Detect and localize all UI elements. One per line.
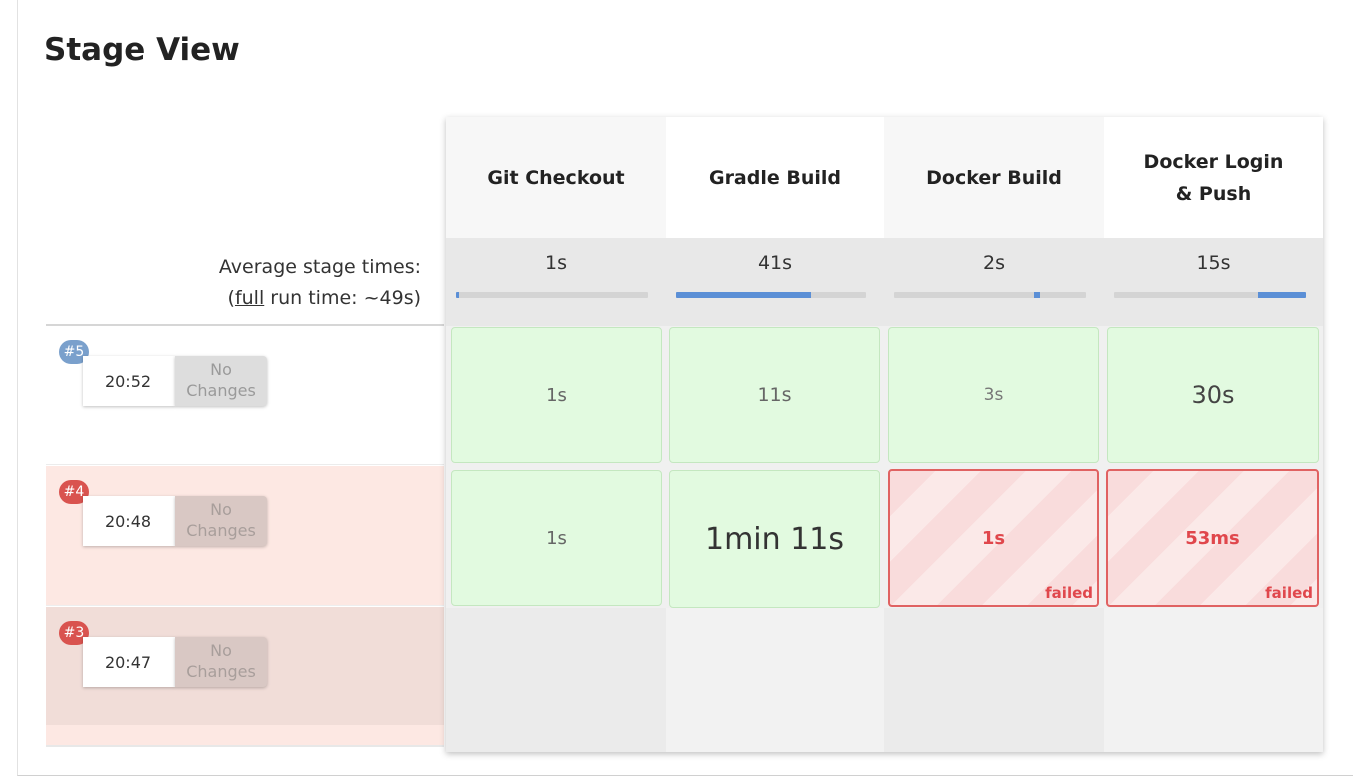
changes-box[interactable]: No Changes (175, 496, 267, 546)
stage-duration: 30s (1191, 381, 1235, 409)
stage-header-row: Git Checkout Gradle Build Docker Build D… (446, 117, 1323, 238)
stage-cell-success[interactable]: 1s (451, 327, 662, 463)
failed-label: failed (1265, 584, 1313, 602)
changes-label-2: Changes (186, 662, 256, 681)
changes-label-1: No (210, 500, 232, 519)
avg-cell: 1s (446, 238, 666, 326)
stage-cell-empty (1104, 608, 1323, 752)
page-title: Stage View (44, 32, 240, 68)
stage-cell-failed[interactable]: 1s failed (888, 469, 1099, 607)
stage-duration: 1min 11s (705, 521, 844, 557)
changes-label-2: Changes (186, 521, 256, 540)
full-run-link[interactable]: full (235, 287, 264, 309)
stage-header-git-checkout: Git Checkout (446, 117, 666, 238)
avg-time: 1s (545, 252, 567, 274)
run-row-spacer (46, 725, 444, 747)
stage-cell-success[interactable]: 3s (888, 327, 1099, 463)
full-run-prefix: ( (227, 287, 235, 309)
run-time: 20:48 (83, 496, 175, 546)
changes-box[interactable]: No Changes (175, 637, 267, 687)
avg-bar-fill (676, 292, 811, 298)
avg-bar-fill (1034, 292, 1040, 298)
avg-cell: 41s (666, 238, 884, 326)
avg-cell: 2s (884, 238, 1104, 326)
stage-duration: 1s (546, 527, 567, 549)
stage-cell-empty (666, 608, 884, 752)
full-run-time: (full run time: ~49s) (46, 283, 421, 314)
stage-header-gradle-build: Gradle Build (666, 117, 884, 238)
stage-cell-failed[interactable]: 53ms failed (1106, 469, 1319, 607)
run-row-3[interactable]: #3 20:47 No Changes (46, 607, 444, 725)
stage-duration: 1s (981, 527, 1006, 549)
changes-box[interactable]: No Changes (175, 356, 267, 406)
run-time: 20:52 (83, 356, 175, 406)
stage-cell-success[interactable]: 1s (451, 470, 662, 606)
avg-bar-fill (1258, 292, 1306, 298)
stage-duration: 53ms (1185, 527, 1240, 549)
avg-bar (1114, 292, 1306, 298)
stage-cell-empty (884, 608, 1104, 752)
stage-duration: 3s (983, 385, 1004, 405)
changes-label-1: No (210, 360, 232, 379)
run-time: 20:47 (83, 637, 175, 687)
avg-time: 41s (757, 252, 793, 274)
changes-label-1: No (210, 641, 232, 660)
avg-bar (676, 292, 866, 298)
avg-time: 2s (983, 252, 1005, 274)
average-times-row: 1s 41s 2s 15s (446, 238, 1323, 326)
stage-header-docker-login-push: Docker Login & Push (1104, 117, 1323, 238)
stage-duration: 11s (757, 384, 792, 406)
avg-bar (894, 292, 1086, 298)
full-run-suffix: run time: ~49s) (264, 287, 421, 309)
avg-time: 15s (1196, 252, 1231, 274)
stage-grid: Git Checkout Gradle Build Docker Build D… (446, 117, 1323, 752)
run-row-5[interactable]: #5 20:52 No Changes (46, 326, 444, 465)
run-row-4[interactable]: #4 20:48 No Changes (46, 466, 444, 606)
stage-cell-empty (446, 608, 666, 752)
stage-duration: 1s (546, 384, 567, 406)
avg-bar (456, 292, 648, 298)
failed-label: failed (1045, 584, 1093, 602)
stage-cell-success[interactable]: 11s (669, 327, 880, 463)
stage-cell-success[interactable]: 30s (1107, 327, 1319, 463)
average-stage-times-label: Average stage times: (218, 256, 421, 278)
stage-cell-success[interactable]: 1min 11s (669, 470, 880, 608)
changes-label-2: Changes (186, 381, 256, 400)
avg-bar-fill (456, 292, 459, 298)
stage-header-docker-build: Docker Build (884, 117, 1104, 238)
average-stage-times: Average stage times: (full run time: ~49… (46, 252, 421, 314)
avg-cell: 15s (1104, 238, 1323, 326)
